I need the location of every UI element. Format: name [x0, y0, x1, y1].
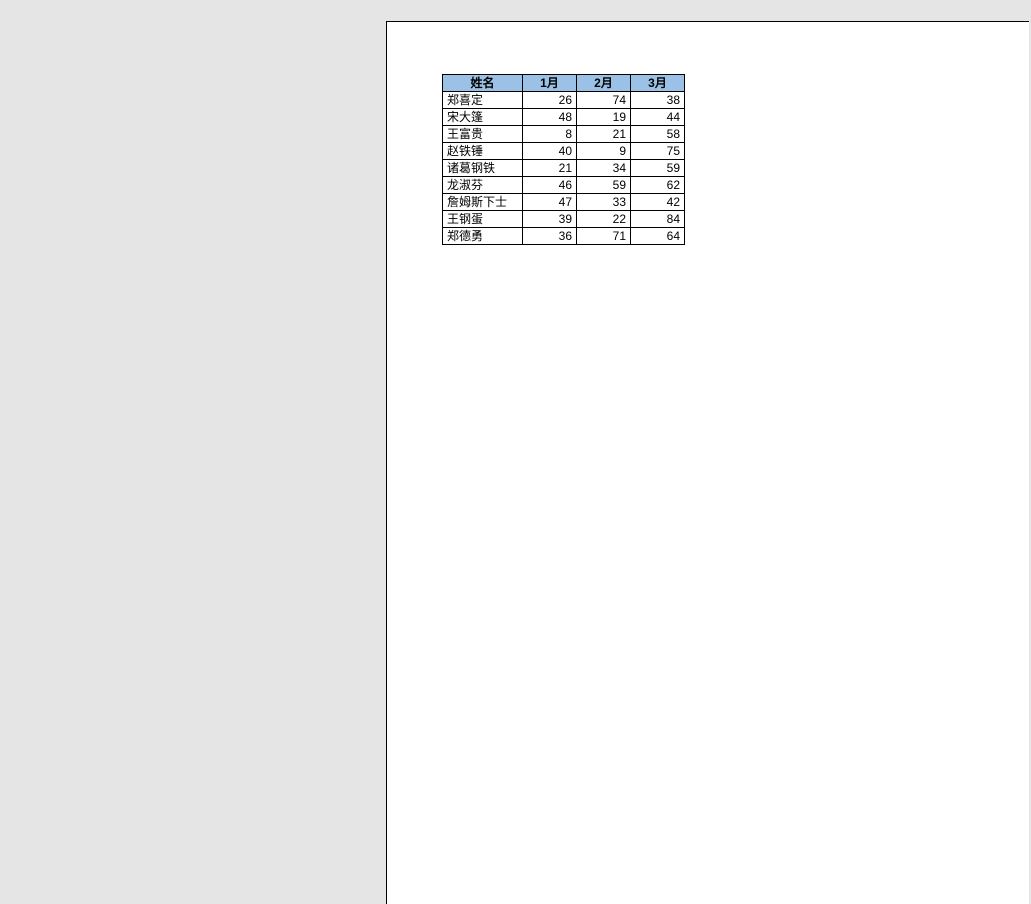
cell-name: 郑德勇: [443, 228, 523, 245]
cell-v3: 38: [631, 92, 685, 109]
cell-v1: 8: [523, 126, 577, 143]
table-row: 郑德勇 36 71 64: [443, 228, 685, 245]
cell-v2: 34: [577, 160, 631, 177]
table-row: 龙淑芬 46 59 62: [443, 177, 685, 194]
table-header-row: 姓名 1月 2月 3月: [443, 75, 685, 92]
cell-v3: 75: [631, 143, 685, 160]
table-body: 郑喜定 26 74 38 宋大篷 48 19 44 王富贵 8 21 58: [443, 92, 685, 245]
cell-v2: 22: [577, 211, 631, 228]
table-row: 赵铁锤 40 9 75: [443, 143, 685, 160]
cell-v1: 47: [523, 194, 577, 211]
cell-v2: 71: [577, 228, 631, 245]
cell-v3: 64: [631, 228, 685, 245]
cell-name: 赵铁锤: [443, 143, 523, 160]
cell-v2: 21: [577, 126, 631, 143]
cell-v3: 42: [631, 194, 685, 211]
cell-v2: 74: [577, 92, 631, 109]
table-row: 诸葛钢铁 21 34 59: [443, 160, 685, 177]
cell-v2: 33: [577, 194, 631, 211]
cell-v1: 36: [523, 228, 577, 245]
cell-v1: 39: [523, 211, 577, 228]
cell-v3: 59: [631, 160, 685, 177]
cell-v3: 84: [631, 211, 685, 228]
cell-v3: 58: [631, 126, 685, 143]
table-row: 王富贵 8 21 58: [443, 126, 685, 143]
cell-name: 王富贵: [443, 126, 523, 143]
page-canvas: 姓名 1月 2月 3月 郑喜定 26 74 38 宋大篷 48 19 44: [386, 21, 1029, 904]
cell-name: 王钢蛋: [443, 211, 523, 228]
table-row: 郑喜定 26 74 38: [443, 92, 685, 109]
data-table: 姓名 1月 2月 3月 郑喜定 26 74 38 宋大篷 48 19 44: [442, 74, 685, 245]
cell-v2: 9: [577, 143, 631, 160]
cell-name: 宋大篷: [443, 109, 523, 126]
cell-v3: 62: [631, 177, 685, 194]
cell-v2: 19: [577, 109, 631, 126]
data-table-wrap: 姓名 1月 2月 3月 郑喜定 26 74 38 宋大篷 48 19 44: [442, 74, 685, 245]
header-month-3: 3月: [631, 75, 685, 92]
table-row: 宋大篷 48 19 44: [443, 109, 685, 126]
cell-v3: 44: [631, 109, 685, 126]
table-row: 王钢蛋 39 22 84: [443, 211, 685, 228]
cell-v1: 26: [523, 92, 577, 109]
cell-name: 龙淑芬: [443, 177, 523, 194]
header-month-2: 2月: [577, 75, 631, 92]
cell-v1: 48: [523, 109, 577, 126]
cell-name: 詹姆斯下士: [443, 194, 523, 211]
table-row: 詹姆斯下士 47 33 42: [443, 194, 685, 211]
header-name: 姓名: [443, 75, 523, 92]
cell-v1: 40: [523, 143, 577, 160]
cell-v2: 59: [577, 177, 631, 194]
cell-v1: 21: [523, 160, 577, 177]
cell-name: 郑喜定: [443, 92, 523, 109]
cell-name: 诸葛钢铁: [443, 160, 523, 177]
header-month-1: 1月: [523, 75, 577, 92]
cell-v1: 46: [523, 177, 577, 194]
